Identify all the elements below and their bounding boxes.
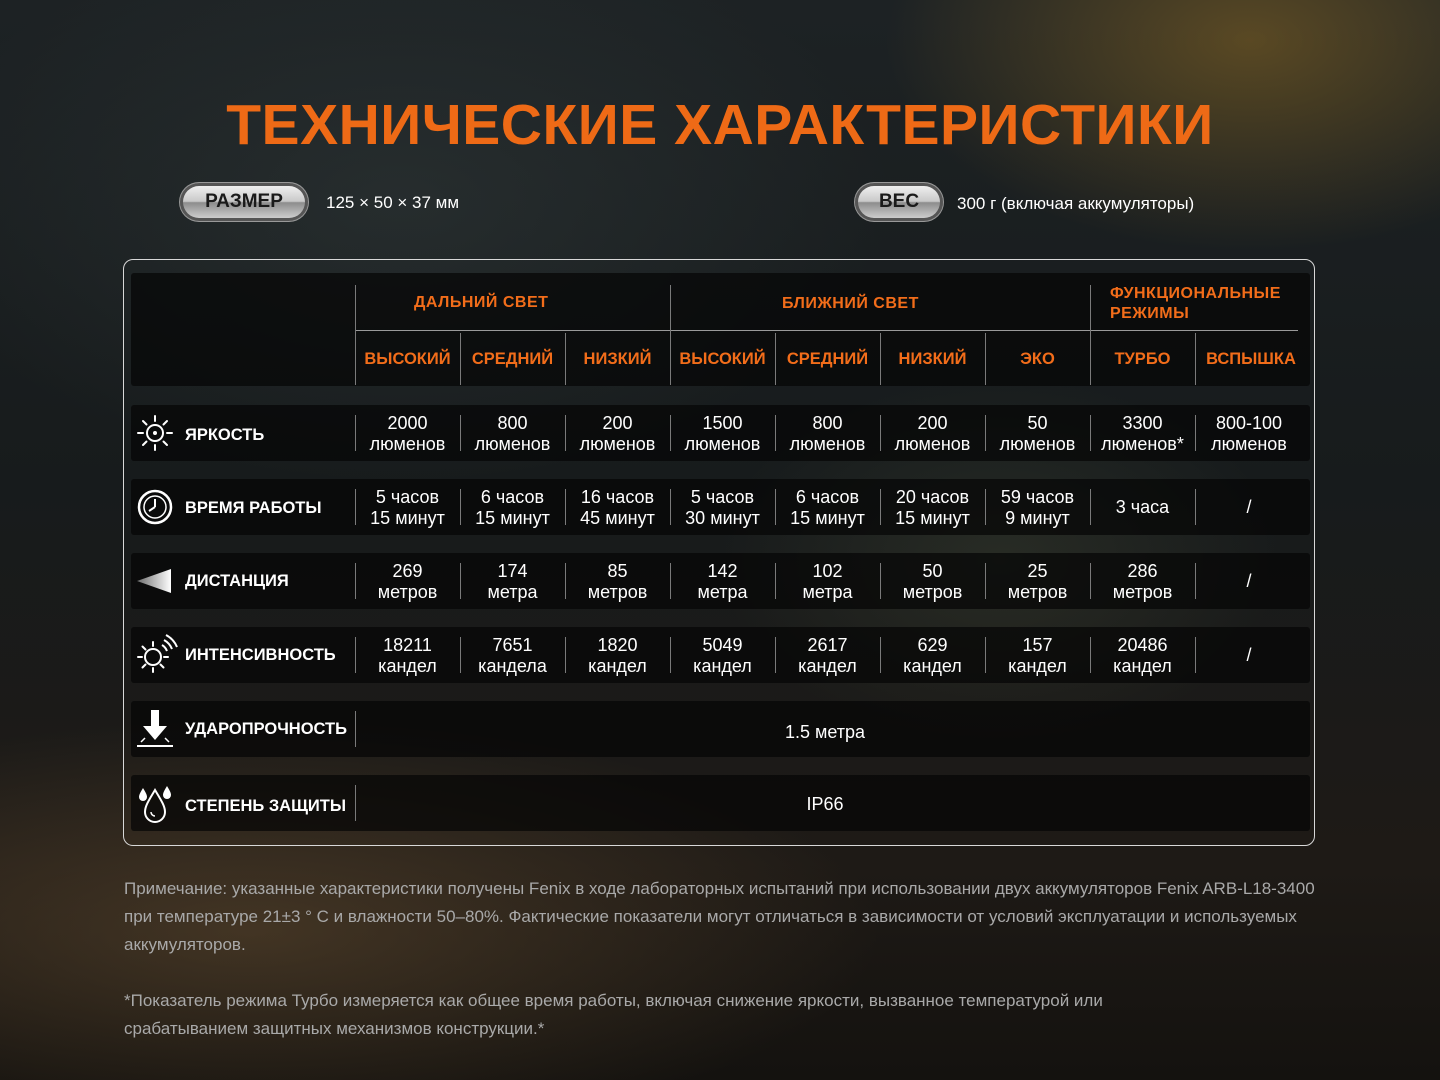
distance-far-medium-value: 174 метра [487,561,538,602]
mode-near-high: ВЫСОКИЙ [679,350,766,368]
water-drops-icon [139,786,171,823]
intensity-far-high-value: 18211 кандел [378,635,437,676]
protection-value: IP66 [806,794,844,814]
impact-icon [137,710,173,747]
protection-label: СТЕПЕНЬ ЗАЩИТЫ [185,797,346,815]
brightness-near-high-value: 1500 люменов [684,413,761,454]
runtime-near-low-value: 20 часов 15 минут [895,487,970,528]
mode-far-low: НИЗКИЙ [583,350,652,368]
beam-icon [137,569,171,593]
group-functional-line1: ФУНКЦИОНАЛЬНЫЕ [1110,285,1281,302]
intensity-flash-value: / [1246,645,1252,665]
distance-far-high-value: 269 метров [377,561,438,602]
brightness-label: ЯРКОСТЬ [185,426,265,444]
row-divider [355,711,356,747]
sun-icon [137,415,173,451]
brightness-far-high-value: 2000 люменов [369,413,446,454]
runtime-eco-value: 59 часов 9 минут [1000,487,1075,528]
weight-value: 300 г (включая аккумуляторы) [957,194,1195,213]
brightness-flash-value: 800-100 люменов [1211,413,1287,454]
intensity-turbo-value: 20486 кандел [1113,635,1172,676]
page-title: ТЕХНИЧЕСКИЕ ХАРАКТЕРИСТИКИ [226,93,1214,157]
header-divider [1090,285,1091,385]
distance-label: ДИСТАНЦИЯ [185,572,289,590]
distance-eco-value: 25 метров [1007,561,1068,602]
intensity-eco-value: 157 кандел [1008,635,1067,676]
runtime-near-high-value: 5 часов 30 минут [685,487,760,528]
size-value: 125 × 50 × 37 мм [326,193,460,212]
mode-flash: ВСПЫШКА [1206,350,1296,368]
header-divider [775,333,776,385]
footnote-lab-conditions: Примечание: указанные характеристики пол… [124,879,1315,954]
intensity-icon [137,634,178,673]
distance-near-low-value: 50 метров [902,561,963,602]
header-divider [355,285,356,385]
intensity-far-low-value: 1820 кандел [588,635,647,676]
header-divider [1195,333,1196,385]
header-divider [985,333,986,385]
row-divider [355,785,356,821]
runtime-turbo-value: 3 часа [1115,497,1170,517]
distance-flash-value: / [1246,571,1252,591]
runtime-near-medium-value: 6 часов 15 минут [790,487,865,528]
distance-near-medium-value: 102 метра [802,561,853,602]
distance-turbo-value: 286 метров [1112,561,1173,602]
intensity-near-low-value: 629 кандел [903,635,962,676]
group-divider-line [355,330,1298,331]
mode-turbo: ТУРБО [1114,350,1171,368]
header-divider [565,333,566,385]
impact-label: УДАРОПРОЧНОСТЬ [185,720,347,738]
group-far-light: ДАЛЬНИЙ СВЕТ [414,294,549,311]
brightness-near-low-value: 200 люменов [894,413,971,454]
runtime-far-medium-value: 6 часов 15 минут [475,487,550,528]
impact-value: 1.5 метра [784,722,866,742]
brightness-far-low-value: 200 люменов [579,413,656,454]
group-near-light: БЛИЖНИЙ СВЕТ [782,295,919,312]
intensity-label: ИНТЕНСИВНОСТЬ [185,646,336,664]
runtime-label: ВРЕМЯ РАБОТЫ [185,499,322,517]
mode-near-medium: СРЕДНИЙ [786,350,869,368]
header-divider [880,333,881,385]
header-divider [460,333,461,385]
brightness-turbo-value: 3300 люменов* [1101,413,1184,454]
brightness-near-medium-value: 800 люменов [789,413,866,454]
mode-near-low: НИЗКИЙ [898,350,967,368]
distance-far-low-value: 85 метров [587,561,648,602]
size-badge: РАЗМЕР [180,183,308,221]
mode-far-medium: СРЕДНИЙ [471,350,554,368]
mode-far-high: ВЫСОКИЙ [364,350,451,368]
mode-eco: ЭКО [1020,350,1055,368]
weight-badge: ВЕС [855,183,943,221]
group-functional-line2: РЕЖИМЫ [1110,305,1190,322]
header-divider [670,285,671,385]
clock-icon [137,489,173,525]
runtime-far-high-value: 5 часов 15 минут [370,487,445,528]
intensity-near-high-value: 5049 кандел [693,635,752,676]
brightness-far-medium-value: 800 люменов [474,413,551,454]
intensity-far-medium-value: 7651 кандела [478,635,547,676]
brightness-eco-value: 50 люменов [999,413,1076,454]
distance-near-high-value: 142 метра [697,561,748,602]
footnote-turbo: *Показатель режима Турбо измеряется как … [124,991,1103,1038]
runtime-flash-value: / [1246,497,1252,517]
intensity-near-medium-value: 2617 кандел [798,635,857,676]
runtime-far-low-value: 16 часов 45 минут [580,487,655,528]
